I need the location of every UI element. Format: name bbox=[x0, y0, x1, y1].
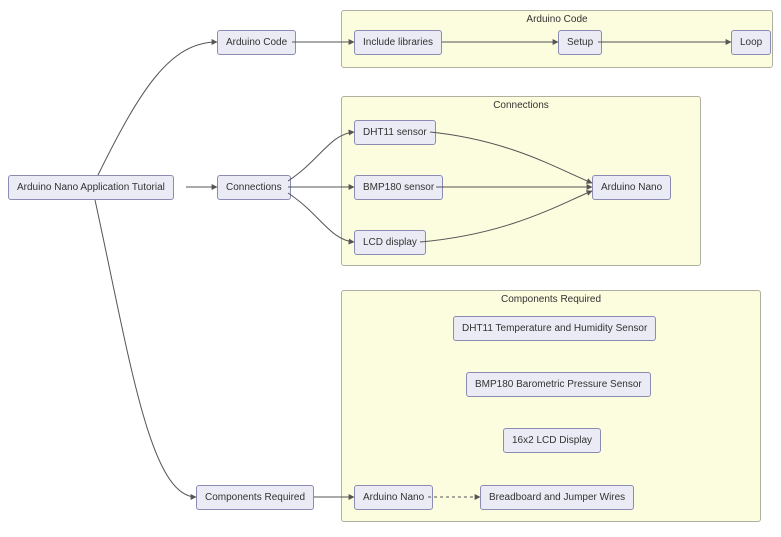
node-bmp180-full: BMP180 Barometric Pressure Sensor bbox=[466, 372, 651, 397]
node-dht11-full: DHT11 Temperature and Humidity Sensor bbox=[453, 316, 656, 341]
node-lcd-full: 16x2 LCD Display bbox=[503, 428, 601, 453]
node-arduino-nano-comp: Arduino Nano bbox=[354, 485, 433, 510]
node-dht11-sensor: DHT11 sensor bbox=[354, 120, 436, 145]
node-arduino-nano-conn: Arduino Nano bbox=[592, 175, 671, 200]
node-breadboard: Breadboard and Jumper Wires bbox=[480, 485, 634, 510]
group-title-connections: Connections bbox=[342, 100, 700, 111]
node-include-libraries: Include libraries bbox=[354, 30, 442, 55]
node-loop: Loop bbox=[731, 30, 771, 55]
group-title-arduino-code: Arduino Code bbox=[342, 14, 772, 25]
node-bmp180-sensor: BMP180 sensor bbox=[354, 175, 443, 200]
node-connections: Connections bbox=[217, 175, 291, 200]
group-title-components: Components Required bbox=[342, 294, 760, 305]
node-lcd-display: LCD display bbox=[354, 230, 426, 255]
node-setup: Setup bbox=[558, 30, 602, 55]
node-components-required: Components Required bbox=[196, 485, 314, 510]
node-root: Arduino Nano Application Tutorial bbox=[8, 175, 174, 200]
node-arduino-code: Arduino Code bbox=[217, 30, 296, 55]
